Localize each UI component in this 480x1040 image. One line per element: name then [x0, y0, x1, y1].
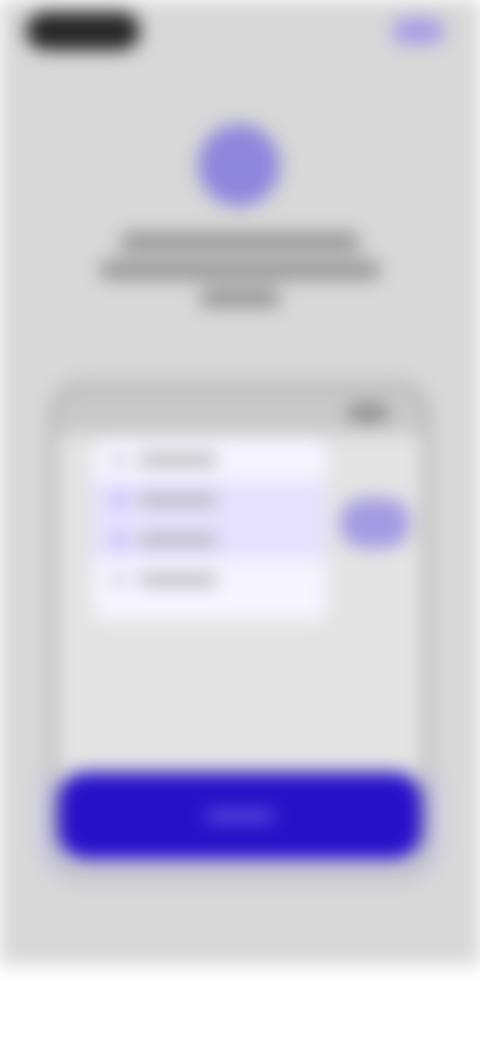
- blurred-content: [0, 0, 480, 1040]
- primary-button[interactable]: [58, 772, 422, 860]
- menu-item-icon: [114, 535, 124, 545]
- headline-text: [100, 232, 380, 316]
- menu-item-icon: [114, 575, 124, 585]
- primary-button-label: [205, 810, 275, 822]
- headline-line-2: [100, 260, 380, 280]
- side-bubble: [340, 498, 410, 548]
- menu-item-icon: [114, 455, 124, 465]
- status-pill: [26, 12, 140, 50]
- menu-item[interactable]: [94, 560, 326, 600]
- menu-item[interactable]: [94, 480, 326, 520]
- close-button[interactable]: [392, 18, 444, 44]
- menu-item-label: [138, 495, 218, 505]
- menu-panel: [94, 440, 326, 620]
- menu-item[interactable]: [94, 440, 326, 480]
- avatar-icon: [198, 124, 280, 206]
- card-topbar-chip: [348, 404, 388, 422]
- menu-item-label: [138, 575, 218, 585]
- card-topbar: [58, 390, 422, 434]
- menu-item-label: [138, 535, 218, 545]
- menu-item-icon: [114, 495, 124, 505]
- app-screen: [0, 0, 480, 1040]
- headline-line-3: [200, 288, 280, 308]
- headline-line-1: [120, 232, 360, 252]
- menu-item-label: [138, 455, 218, 465]
- menu-item[interactable]: [94, 520, 326, 560]
